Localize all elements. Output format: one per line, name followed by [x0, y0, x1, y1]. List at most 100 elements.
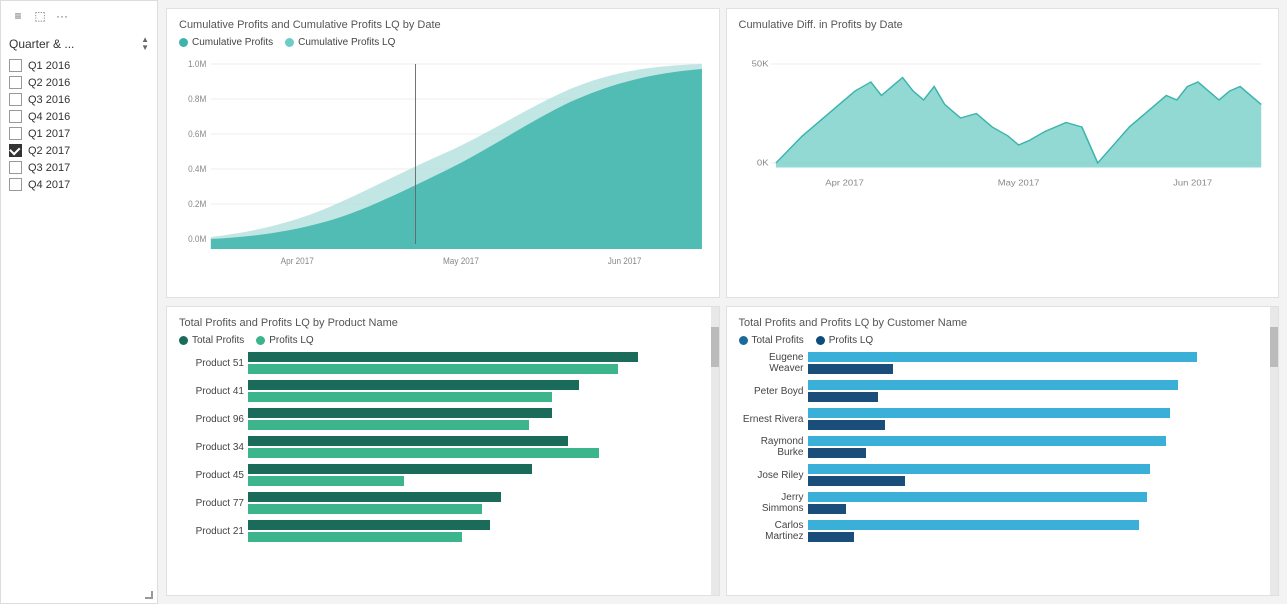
customer-bar-row: Raymond Burke	[739, 436, 1267, 458]
svg-text:50K: 50K	[751, 59, 768, 68]
legend-label-total: Total Profits	[192, 335, 244, 346]
sidebar-item-Q4-2017[interactable]: Q4 2017	[9, 176, 149, 193]
customer-scrollbar-thumb[interactable]	[1270, 327, 1278, 367]
product-lq-bar	[248, 448, 599, 458]
product-lq-bar	[248, 364, 618, 374]
product-bar-row: Product 41	[179, 380, 707, 402]
main-content: Cumulative Profits and Cumulative Profit…	[158, 0, 1287, 604]
product-bar-group	[248, 464, 707, 486]
sidebar-item-Q3-2017[interactable]: Q3 2017	[9, 159, 149, 176]
customer-scrollbar[interactable]	[1270, 307, 1278, 595]
product-lq-bar	[248, 476, 404, 486]
customer-lq-bar	[808, 504, 847, 514]
customer-total-profits-bar	[808, 520, 1139, 530]
product-bar-chart[interactable]: Product 51Product 41Product 96Product 34…	[179, 352, 707, 548]
product-bar-group	[248, 436, 707, 458]
cumulative-area-chart: 1.0M 0.8M 0.6M 0.4M 0.2M 0.0M Apr 2017 M…	[179, 54, 707, 274]
chart-icon[interactable]: ⬚	[31, 9, 49, 23]
customer-bar-label: Raymond Burke	[739, 436, 804, 458]
product-bar-group	[248, 352, 707, 374]
customer-bar-row: Eugene Weaver	[739, 352, 1267, 374]
checkbox-Q1-2016[interactable]	[9, 59, 22, 72]
sort-arrows[interactable]: ▲ ▼	[141, 36, 149, 52]
checkbox-Q4-2017[interactable]	[9, 178, 22, 191]
customer-chart-legend: Total Profits Profits LQ	[739, 335, 1267, 346]
sidebar-item-Q4-2016[interactable]: Q4 2016	[9, 108, 149, 125]
product-bar-row: Product 77	[179, 492, 707, 514]
sidebar-item-Q3-2016[interactable]: Q3 2016	[9, 91, 149, 108]
legend-dot-lq	[285, 38, 294, 47]
filter-title: Quarter & ...	[9, 37, 74, 51]
customer-bar-label: Carlos Martinez	[739, 520, 804, 542]
product-bar-label: Product 21	[179, 526, 244, 537]
sidebar-header: ≡ ⬚ ···	[9, 9, 149, 27]
hamburger-icon[interactable]: ≡	[9, 9, 27, 23]
customer-lq-bar	[808, 364, 894, 374]
checkbox-Q3-2016[interactable]	[9, 93, 22, 106]
cumulative-profits-panel: Cumulative Profits and Cumulative Profit…	[166, 8, 720, 298]
product-bar-label: Product 77	[179, 498, 244, 509]
customer-lq-bar	[808, 392, 878, 402]
legend-lq-product: Profits LQ	[256, 335, 313, 346]
customer-total-profits-bar	[808, 380, 1178, 390]
customer-bar-group	[808, 492, 1267, 514]
product-total-profits-bar	[248, 464, 532, 474]
checkbox-Q2-2016[interactable]	[9, 76, 22, 89]
filter-title-row[interactable]: Quarter & ... ▲ ▼	[9, 33, 149, 55]
customer-lq-bar	[808, 476, 905, 486]
svg-text:0.4M: 0.4M	[188, 164, 206, 174]
filter-label-Q4-2017: Q4 2017	[28, 179, 70, 191]
product-bar-row: Product 34	[179, 436, 707, 458]
legend-total-profits-product: Total Profits	[179, 335, 244, 346]
sidebar-item-Q2-2017[interactable]: Q2 2017	[9, 142, 149, 159]
checkbox-Q3-2017[interactable]	[9, 161, 22, 174]
checkbox-Q4-2016[interactable]	[9, 110, 22, 123]
legend-label-lq-product: Profits LQ	[269, 335, 313, 346]
product-total-profits-bar	[248, 520, 490, 530]
product-bar-row: Product 45	[179, 464, 707, 486]
checkbox-Q2-2017[interactable]	[9, 144, 22, 157]
checkbox-Q1-2017[interactable]	[9, 127, 22, 140]
customer-bar-row: Peter Boyd	[739, 380, 1267, 402]
product-lq-bar	[248, 532, 462, 542]
cumulative-diff-panel: Cumulative Diff. in Profits by Date 50K …	[726, 8, 1280, 298]
filter-label-Q1-2017: Q1 2017	[28, 128, 70, 140]
product-bar-label: Product 41	[179, 386, 244, 397]
product-lq-bar	[248, 420, 529, 430]
more-icon[interactable]: ···	[53, 9, 71, 23]
svg-text:0.6M: 0.6M	[188, 129, 206, 139]
svg-text:0.2M: 0.2M	[188, 199, 206, 209]
legend-cumulative-profits: Cumulative Profits	[179, 37, 273, 48]
sidebar-item-Q1-2016[interactable]: Q1 2016	[9, 57, 149, 74]
product-lq-bar	[248, 392, 552, 402]
customer-bar-group	[808, 464, 1267, 486]
legend-dot-total-customer	[739, 336, 748, 345]
area-chart-svg: 1.0M 0.8M 0.6M 0.4M 0.2M 0.0M Apr 2017 M…	[179, 54, 707, 274]
customer-bar-group	[808, 380, 1267, 402]
legend-dot-lq-customer	[816, 336, 825, 345]
cumulative-profits-title: Cumulative Profits and Cumulative Profit…	[179, 19, 707, 31]
sidebar-item-Q1-2017[interactable]: Q1 2017	[9, 125, 149, 142]
customer-bar-group	[808, 352, 1267, 374]
sidebar-item-Q2-2016[interactable]: Q2 2016	[9, 74, 149, 91]
customer-chart-title: Total Profits and Profits LQ by Customer…	[739, 317, 1267, 329]
customer-bar-chart[interactable]: Eugene WeaverPeter BoydErnest RiveraRaym…	[739, 352, 1267, 548]
product-bar-row: Product 96	[179, 408, 707, 430]
svg-text:Apr 2017: Apr 2017	[825, 178, 864, 187]
product-bar-row: Product 21	[179, 520, 707, 542]
filter-label-Q2-2016: Q2 2016	[28, 77, 70, 89]
customer-bar-row: Jerry Simmons	[739, 492, 1267, 514]
customer-lq-bar	[808, 420, 886, 430]
resize-handle[interactable]	[145, 591, 153, 599]
product-scrollbar[interactable]	[711, 307, 719, 595]
product-total-profits-bar	[248, 352, 638, 362]
product-lq-bar	[248, 504, 482, 514]
legend-dot-lq-product	[256, 336, 265, 345]
customer-bar-group	[808, 436, 1267, 458]
legend-label-lq-customer: Profits LQ	[829, 335, 873, 346]
product-total-profits-bar	[248, 492, 501, 502]
filter-label-Q3-2016: Q3 2016	[28, 94, 70, 106]
customer-bar-label: Peter Boyd	[739, 386, 804, 397]
product-scrollbar-thumb[interactable]	[711, 327, 719, 367]
customer-bar-group	[808, 408, 1267, 430]
